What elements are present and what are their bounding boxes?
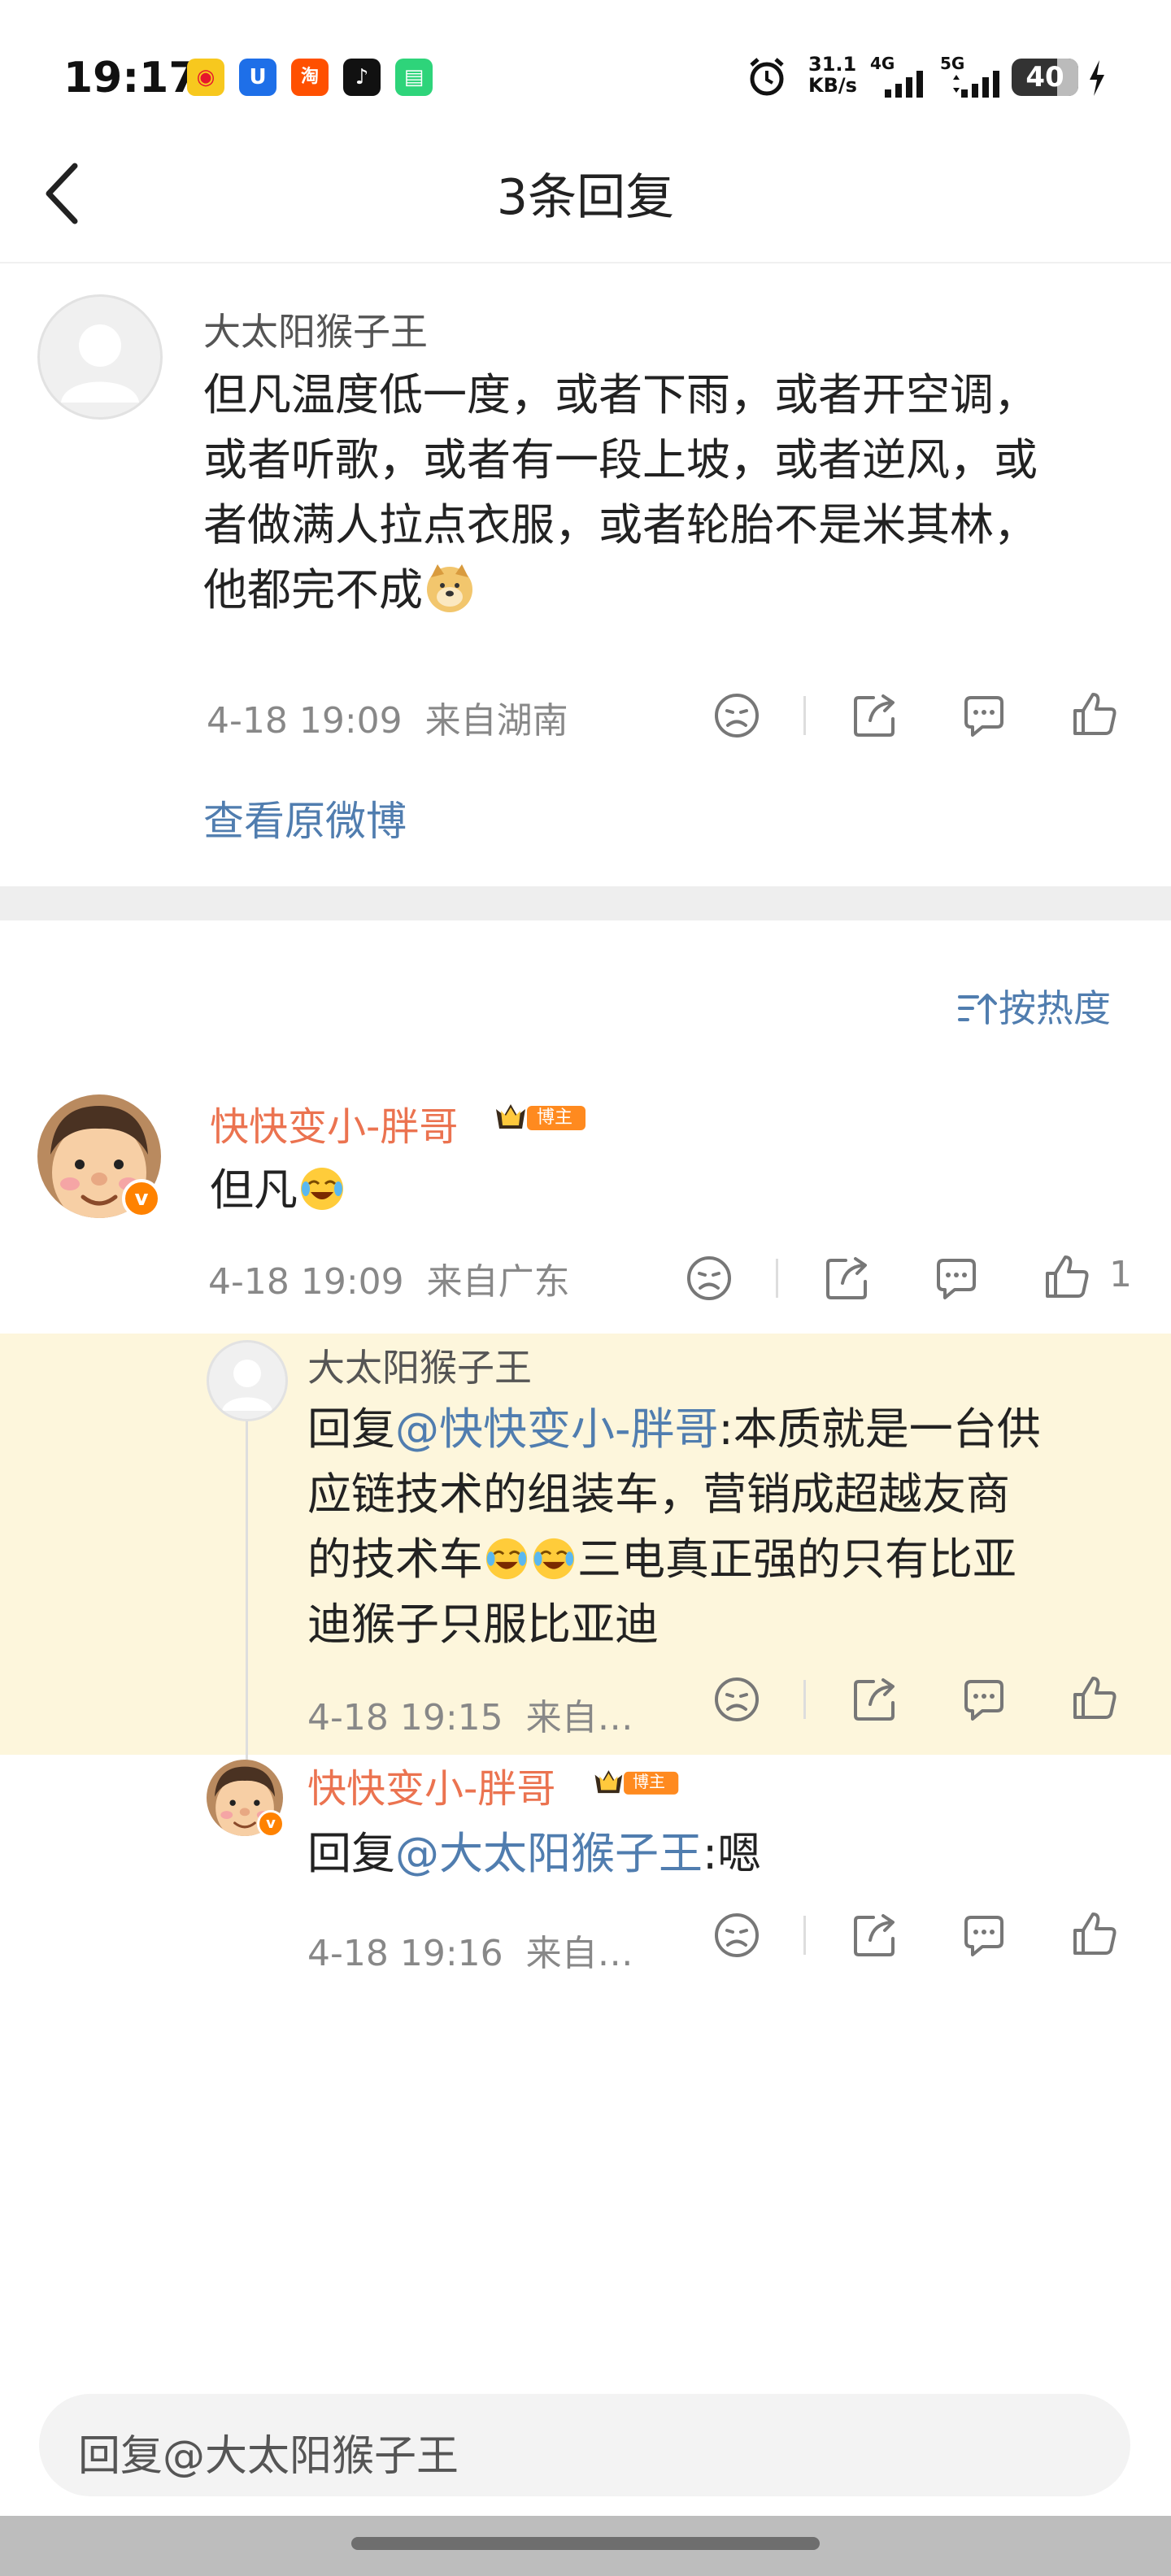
sort-button[interactable]: 按热度 <box>956 979 1111 1033</box>
blogger-badge-label: 博主 <box>633 1772 665 1791</box>
sort-label: 按热度 <box>999 986 1111 1030</box>
reply-location: 来自… <box>525 1933 633 1974</box>
reply-author[interactable]: 快快变小-胖哥 <box>307 1756 555 1813</box>
status-bar: 19:17 ◉ U 淘 ♪ ▤ 31.1 KB/s 4G 5G 40 <box>0 0 1171 154</box>
tiktok-icon: ♪ <box>343 59 381 96</box>
verified-badge: v <box>257 1810 285 1838</box>
default-avatar-icon <box>61 324 139 402</box>
reply-body: 回复@大太阳猴子王:嗯 <box>307 1828 762 1879</box>
default-avatar-icon <box>222 1360 272 1411</box>
like-count: 1 <box>1109 1254 1132 1295</box>
reply-body: 但凡 <box>210 1158 346 1223</box>
like-icon[interactable] <box>1043 1252 1091 1301</box>
thread-line <box>246 1366 248 1764</box>
view-original-link[interactable]: 查看原微博 <box>203 789 407 847</box>
comment-line: 或者听歌，或者有一段上坡，或者逆风，或 <box>203 434 1038 485</box>
reply-location: 来自… <box>525 1697 633 1738</box>
comment-icon[interactable] <box>960 1675 1008 1724</box>
reply-author[interactable]: 大太阳猴子王 <box>307 1338 532 1392</box>
comment-timestamp: 4-18 19:09 来自湖南 <box>207 700 568 742</box>
dislike-icon[interactable] <box>712 691 761 740</box>
share-icon[interactable] <box>851 1911 899 1960</box>
comment-body: 但凡温度低一度，或者下雨，或者开空调， 或者听歌，或者有一段上坡，或者逆风，或 … <box>203 363 1138 623</box>
laugh-cry-emoji <box>301 1168 343 1210</box>
action-divider <box>776 1259 778 1298</box>
dislike-icon[interactable] <box>685 1254 734 1303</box>
weibo-icon: ◉ <box>187 59 224 96</box>
comment-location: 来自湖南 <box>424 700 568 742</box>
reply-input-placeholder: 回复@大太阳猴子王 <box>78 2432 459 2481</box>
comment-icon[interactable] <box>932 1254 981 1303</box>
blogger-badge: 博主 <box>590 1764 681 1804</box>
reply-timestamp: 4-18 19:09 来自广东 <box>208 1261 570 1303</box>
dislike-icon[interactable] <box>712 1911 761 1960</box>
mention-link[interactable]: @大太阳猴子王 <box>395 1828 703 1879</box>
comment-line: 他都完不成 <box>203 558 1138 623</box>
reply-line: 迪猴子只服比亚迪 <box>307 1599 659 1650</box>
crying-laugh-emoji <box>485 1538 528 1580</box>
like-icon[interactable] <box>1070 1909 1119 1958</box>
comment-author[interactable]: 大太阳猴子王 <box>203 302 428 356</box>
header-divider <box>0 262 1171 263</box>
home-indicator[interactable] <box>351 2537 820 2550</box>
dislike-icon[interactable] <box>712 1675 761 1724</box>
mention-link[interactable]: @快快变小-胖哥 <box>395 1403 719 1455</box>
reply-line: 回复@快快变小-胖哥:本质就是一台供 <box>307 1403 1041 1455</box>
comment-icon[interactable] <box>960 691 1008 740</box>
alarm-icon <box>750 58 784 96</box>
share-icon[interactable] <box>851 1675 899 1724</box>
signal-5g-icon <box>953 71 999 98</box>
avatar[interactable] <box>37 294 163 420</box>
page-title: 3条回复 <box>496 169 675 226</box>
comment-line: 但凡温度低一度，或者下雨，或者开空调， <box>203 369 1038 420</box>
blogger-badge: 博主 <box>491 1099 589 1138</box>
like-icon[interactable] <box>1070 1673 1119 1722</box>
action-divider <box>803 696 806 735</box>
comment-icon[interactable] <box>960 1911 1008 1960</box>
reply-author[interactable]: 快快变小-胖哥 <box>210 1094 458 1151</box>
action-divider <box>803 1916 806 1955</box>
taobao-icon: 淘 <box>291 59 329 96</box>
comment-line: 者做满人拉点衣服，或者轮胎不是米其林， <box>203 499 1038 550</box>
reply-line: 的技术车 三电真正强的只有比亚 <box>307 1534 1016 1585</box>
net-speed: 31.1 KB/s <box>808 53 857 97</box>
messages-icon: ▤ <box>395 59 433 96</box>
charging-icon <box>1090 60 1104 96</box>
uc-icon: U <box>239 59 276 96</box>
avatar[interactable] <box>207 1340 288 1421</box>
battery-indicator: 40 <box>1012 59 1078 96</box>
section-divider <box>0 886 1171 920</box>
share-icon[interactable] <box>851 691 899 740</box>
signal-icon <box>885 71 923 98</box>
reply-location: 来自广东 <box>426 1261 570 1303</box>
status-time: 19:17 <box>63 54 198 102</box>
blogger-badge-label: 博主 <box>537 1107 573 1128</box>
reply-timestamp: 4-18 19:16 来自… <box>307 1933 633 1974</box>
reply-line: 应链技术的组装车，营销成超越友商 <box>307 1469 1010 1520</box>
reply-timestamp: 4-18 19:15 来自… <box>307 1697 633 1738</box>
doge-emoji <box>427 564 472 612</box>
share-icon[interactable] <box>823 1254 872 1303</box>
like-icon[interactable] <box>1070 690 1119 738</box>
verified-badge: v <box>122 1179 161 1218</box>
action-divider <box>803 1680 806 1719</box>
reply-body: 回复@快快变小-胖哥:本质就是一台供 应链技术的组装车，营销成超越友商 的技术车… <box>307 1397 1137 1657</box>
crying-laugh-emoji <box>533 1538 575 1580</box>
sort-icon <box>958 994 997 1025</box>
